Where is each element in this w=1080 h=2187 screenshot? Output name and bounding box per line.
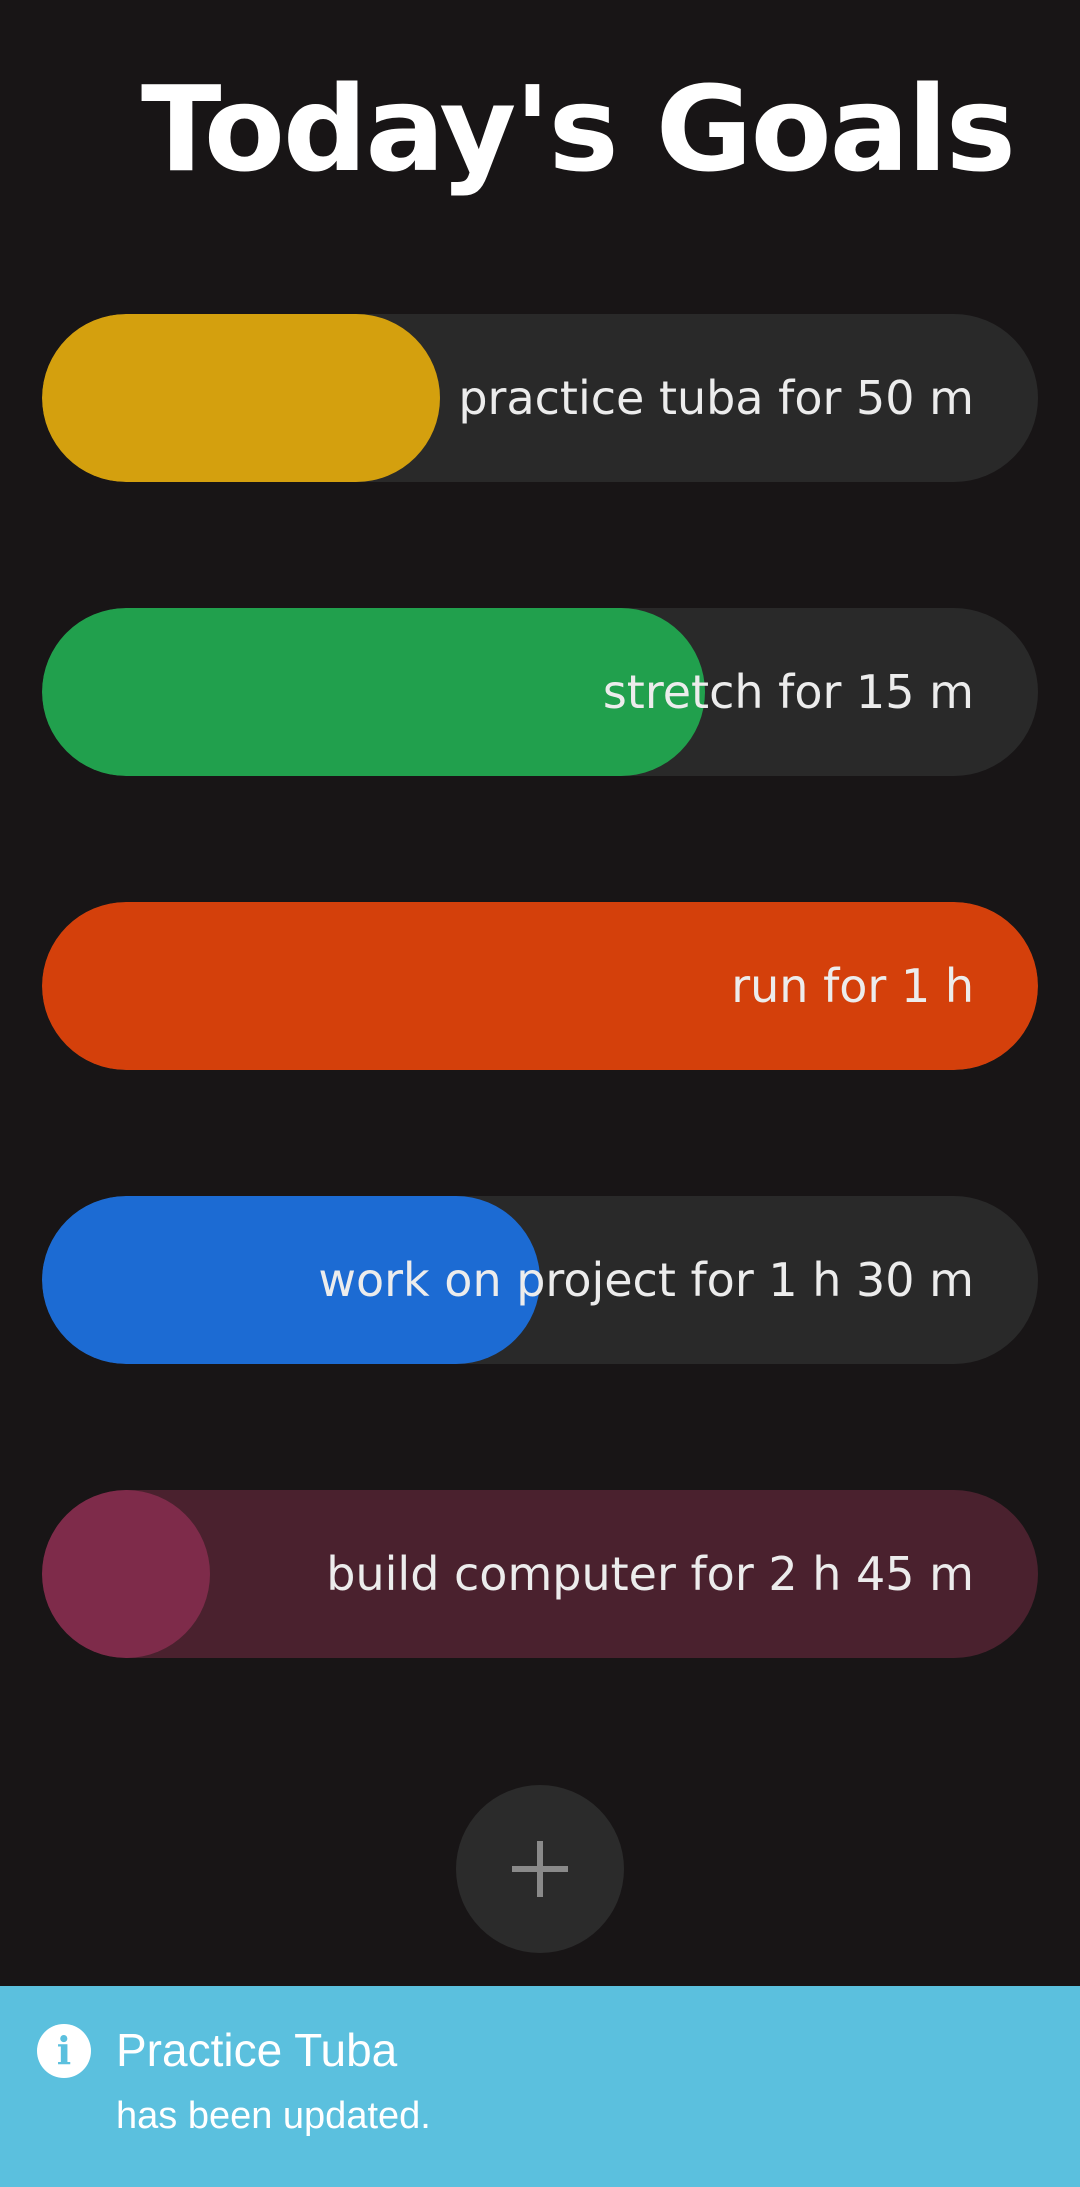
page-title: Today's Goals	[141, 60, 1016, 198]
goal-work-on-project[interactable]: work on project for 1 h 30 m	[42, 1196, 1038, 1364]
toast-message: has been updated.	[116, 2095, 431, 2137]
goal-label: practice tuba for 50 m	[458, 371, 974, 425]
goal-label: stretch for 15 m	[602, 665, 974, 719]
goal-run[interactable]: run for 1 h	[42, 902, 1038, 1070]
add-goal-button[interactable]	[456, 1785, 624, 1953]
goal-progress-fill	[42, 1490, 210, 1658]
goal-label: build computer for 2 h 45 m	[326, 1547, 974, 1601]
update-toast[interactable]	[0, 1986, 1080, 2187]
toast-title: Practice Tuba	[116, 2024, 398, 2076]
goal-build-computer[interactable]: build computer for 2 h 45 m	[42, 1490, 1038, 1658]
goal-label: run for 1 h	[731, 959, 974, 1013]
goal-progress-fill	[42, 314, 441, 482]
plus-icon	[512, 1841, 568, 1897]
goal-label: work on project for 1 h 30 m	[318, 1253, 974, 1307]
info-icon: i	[37, 2024, 91, 2078]
goal-practice-tuba[interactable]: practice tuba for 50 m	[42, 314, 1038, 482]
goal-stretch[interactable]: stretch for 15 m	[42, 608, 1038, 776]
